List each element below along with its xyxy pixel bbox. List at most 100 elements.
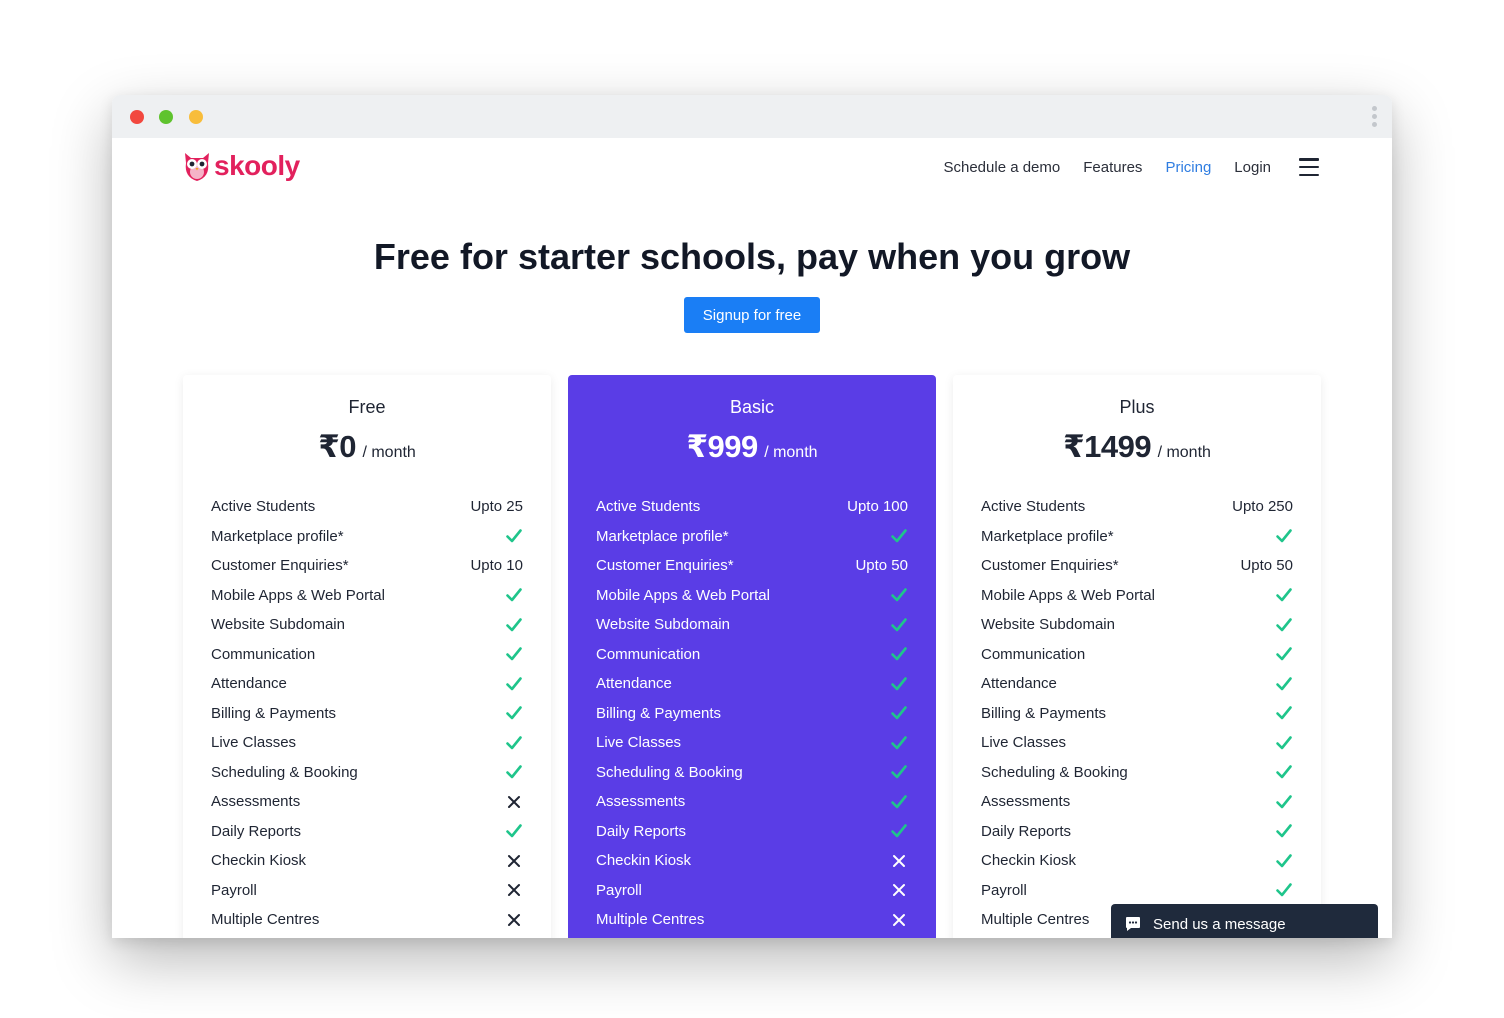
feature-row: Checkin Kiosk bbox=[981, 846, 1293, 876]
feature-label: Assessments bbox=[981, 793, 1071, 811]
feature-label: Multiple Centres bbox=[211, 911, 320, 929]
check-icon bbox=[1276, 765, 1292, 779]
feature-row: Live Classes bbox=[211, 728, 523, 758]
page-title: Free for starter schools, pay when you g… bbox=[373, 236, 1131, 277]
check-icon bbox=[891, 706, 907, 720]
feature-row: Mobile Apps & Web Portal bbox=[211, 581, 523, 611]
price-unit: / month bbox=[764, 444, 818, 461]
maximize-window-button[interactable] bbox=[189, 110, 203, 124]
check-icon bbox=[891, 735, 907, 750]
check-icon bbox=[1276, 676, 1292, 691]
feature-label: Communication bbox=[211, 645, 316, 663]
cross-icon bbox=[508, 854, 520, 867]
feature-row: Website Subdomain bbox=[981, 610, 1293, 640]
feature-row: Communication bbox=[981, 640, 1293, 670]
window-menu-icon[interactable] bbox=[1370, 103, 1378, 131]
feature-row: Active Students Upto 100 bbox=[596, 492, 908, 522]
feature-row: Billing & Payments bbox=[596, 699, 908, 729]
feature-row: Payroll bbox=[596, 876, 908, 906]
check-icon bbox=[1276, 647, 1292, 661]
feature-row: Payroll bbox=[981, 876, 1293, 906]
feature-label: Scheduling & Booking bbox=[981, 763, 1128, 781]
check-icon bbox=[891, 529, 907, 543]
owl-logo-icon bbox=[185, 153, 209, 181]
feature-label: Active Students bbox=[981, 498, 1086, 516]
close-window-button[interactable] bbox=[130, 110, 144, 124]
feature-row: Attendance bbox=[981, 669, 1293, 699]
feature-value: Upto 10 bbox=[470, 557, 523, 575]
nav-schedule-demo[interactable]: Schedule a demo bbox=[943, 159, 1060, 176]
feature-label: Website Subdomain bbox=[596, 616, 730, 634]
check-icon bbox=[1276, 529, 1292, 543]
minimize-window-button[interactable] bbox=[159, 110, 173, 124]
feature-label: Active Students bbox=[596, 498, 701, 516]
window-titlebar bbox=[112, 95, 1392, 138]
nav-pricing[interactable]: Pricing bbox=[1165, 159, 1211, 176]
feature-label: Payroll bbox=[211, 881, 257, 899]
price-unit: / month bbox=[1157, 444, 1211, 461]
plan-name: Basic bbox=[729, 397, 774, 417]
feature-label: Assessments bbox=[596, 793, 686, 811]
feature-row: Assessments bbox=[211, 787, 523, 817]
cross-icon bbox=[508, 913, 520, 926]
cross-icon bbox=[893, 854, 905, 867]
feature-row: Website Subdomain bbox=[596, 610, 908, 640]
feature-label: Daily Reports bbox=[596, 822, 687, 840]
feature-row: Active Students Upto 250 bbox=[981, 492, 1293, 522]
price-amount: ₹0 bbox=[318, 429, 356, 464]
feature-label: Communication bbox=[981, 645, 1086, 663]
feature-list: Active Students Upto 250 Marketplace profi… bbox=[981, 492, 1293, 935]
feature-label: Payroll bbox=[596, 881, 642, 899]
feature-label: Marketplace profile* bbox=[596, 527, 729, 545]
browser-window: skooly Schedule a demo Features Pricing … bbox=[112, 95, 1392, 938]
feature-row: Communication bbox=[596, 640, 908, 670]
check-icon bbox=[1276, 824, 1292, 838]
price-amount: ₹1499 bbox=[1063, 429, 1152, 464]
feature-value: Upto 100 bbox=[847, 498, 908, 516]
feature-row: Marketplace profile* bbox=[596, 522, 908, 552]
feature-label: Billing & Payments bbox=[981, 704, 1107, 722]
check-icon bbox=[891, 588, 907, 602]
cross-icon bbox=[893, 884, 905, 897]
nav-features[interactable]: Features bbox=[1083, 159, 1142, 176]
cross-icon bbox=[893, 913, 905, 926]
check-icon bbox=[1276, 706, 1292, 720]
feature-label: Billing & Payments bbox=[596, 704, 722, 722]
check-icon bbox=[506, 765, 522, 779]
feature-row: Customer Enquiries* Upto 50 bbox=[596, 551, 908, 581]
feature-row: Customer Enquiries* Upto 10 bbox=[211, 551, 523, 581]
feature-row: Attendance bbox=[211, 669, 523, 699]
feature-label: Attendance bbox=[211, 675, 287, 693]
feature-label: Marketplace profile* bbox=[981, 527, 1114, 545]
nav-login[interactable]: Login bbox=[1234, 159, 1271, 176]
feature-row: Scheduling & Booking bbox=[211, 758, 523, 788]
hamburger-menu-icon[interactable] bbox=[1299, 158, 1319, 176]
feature-row: Mobile Apps & Web Portal bbox=[981, 581, 1293, 611]
check-icon bbox=[506, 529, 522, 543]
check-icon bbox=[891, 647, 907, 661]
feature-label: Customer Enquiries* bbox=[211, 557, 349, 575]
plan-card-free: Free ₹0 / month Active Students Upto 25 Ma… bbox=[183, 375, 551, 938]
feature-label: Attendance bbox=[981, 675, 1057, 693]
feature-row: Daily Reports bbox=[981, 817, 1293, 847]
check-icon bbox=[891, 765, 907, 779]
feature-label: Live Classes bbox=[981, 734, 1067, 752]
cross-icon bbox=[508, 795, 520, 808]
feature-label: Mobile Apps & Web Portal bbox=[981, 586, 1155, 604]
chat-widget-button[interactable]: Send us a message bbox=[1111, 904, 1378, 938]
feature-label: Active Students bbox=[211, 498, 316, 516]
check-icon bbox=[506, 706, 522, 720]
feature-row: Customer Enquiries* Upto 50 bbox=[981, 551, 1293, 581]
price-amount: ₹999 bbox=[686, 429, 758, 464]
feature-label: Live Classes bbox=[211, 734, 297, 752]
plan-name: Plus bbox=[1119, 397, 1155, 417]
feature-row: Communication bbox=[211, 640, 523, 670]
signup-button[interactable]: Signup for free bbox=[684, 297, 820, 333]
feature-row: Checkin Kiosk bbox=[211, 846, 523, 876]
brand-logo[interactable]: skooly bbox=[182, 148, 300, 184]
feature-row: Assessments bbox=[596, 787, 908, 817]
plan-price: ₹0 / month bbox=[183, 429, 551, 465]
feature-row: Scheduling & Booking bbox=[596, 758, 908, 788]
feature-label: Attendance bbox=[596, 675, 672, 693]
feature-row: Website Subdomain bbox=[211, 610, 523, 640]
